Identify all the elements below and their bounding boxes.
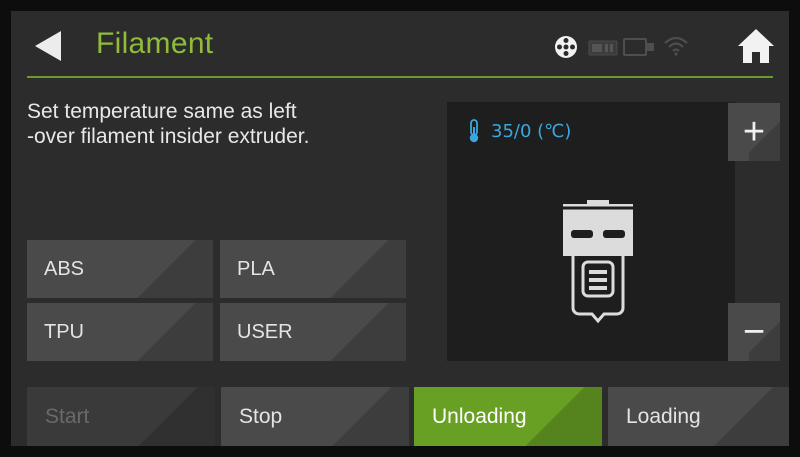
usb-icon <box>623 37 655 62</box>
extruder-icon <box>563 200 633 324</box>
material-tpu-button[interactable]: TPU <box>27 303 213 361</box>
back-button[interactable] <box>31 29 65 63</box>
material-abs-button[interactable]: ABS <box>27 240 213 298</box>
header-divider <box>27 76 773 78</box>
instruction-line-1: Set temperature same as left <box>27 100 297 123</box>
temperature-readout: 35/0 (℃) <box>467 119 571 143</box>
thermometer-icon <box>469 119 479 143</box>
wifi-icon <box>663 35 689 62</box>
header: Filament <box>11 11 789 75</box>
unloading-button[interactable]: Unloading <box>414 387 602 446</box>
home-button[interactable] <box>736 27 776 65</box>
loading-button[interactable]: Loading <box>608 387 789 446</box>
card-icon <box>588 40 618 61</box>
material-pla-button[interactable]: PLA <box>220 240 406 298</box>
reel-icon <box>554 35 578 64</box>
material-user-button[interactable]: USER <box>220 303 406 361</box>
temp-decrease-button[interactable]: − <box>728 303 780 361</box>
stop-button[interactable]: Stop <box>221 387 409 446</box>
minus-icon: − <box>742 310 766 353</box>
instruction-text: Set temperature same as left -over filam… <box>27 99 437 149</box>
home-icon <box>738 29 774 63</box>
filament-screen: Filament Set temperature same as left -o… <box>11 11 789 446</box>
temperature-value: 35/0 (℃) <box>491 120 572 142</box>
page-title: Filament <box>96 27 214 60</box>
back-icon <box>35 31 61 61</box>
instruction-line-2: -over filament insider extruder. <box>27 125 310 148</box>
temp-increase-button[interactable]: + <box>728 103 780 161</box>
start-button[interactable]: Start <box>27 387 215 446</box>
plus-icon: + <box>742 110 766 153</box>
